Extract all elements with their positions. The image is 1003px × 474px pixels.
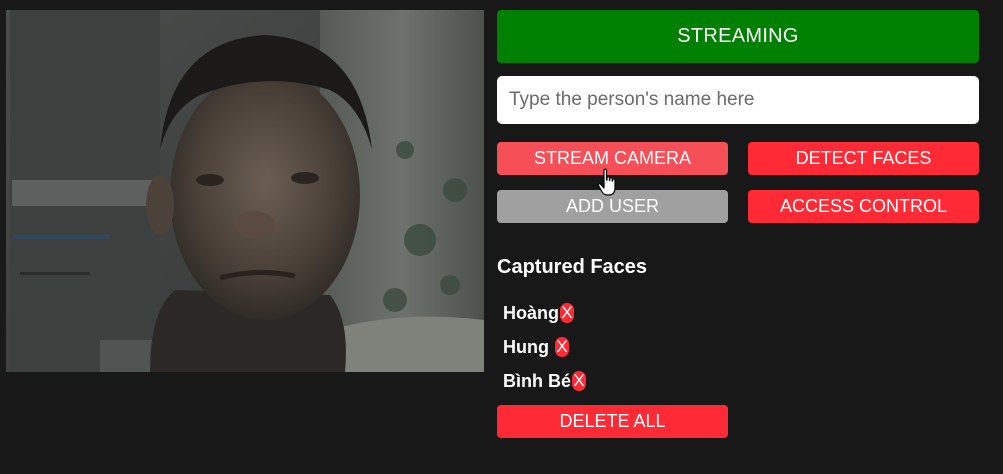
camera-feed — [0, 10, 484, 372]
remove-face-button[interactable]: X — [555, 337, 569, 357]
streaming-status-banner: STREAMING — [497, 10, 979, 63]
detect-faces-button[interactable]: DETECT FACES — [748, 142, 979, 175]
captured-face-name: Bình Bé — [503, 370, 572, 391]
captured-faces-heading: Captured Faces — [497, 256, 648, 278]
captured-face-item: Bình Bé X — [503, 364, 587, 398]
captured-face-name: Hung — [503, 336, 554, 357]
remove-face-button[interactable]: X — [560, 303, 574, 323]
camera-frame-image — [0, 10, 484, 372]
delete-all-button[interactable]: DELETE ALL — [497, 405, 728, 438]
person-name-input[interactable] — [497, 76, 979, 124]
captured-faces-list: Hoàng X Hung X Bình Bé X — [503, 296, 587, 398]
remove-face-button[interactable]: X — [572, 371, 587, 391]
stream-camera-button[interactable]: STREAM CAMERA — [497, 142, 728, 175]
add-user-button[interactable]: ADD USER — [497, 190, 728, 223]
captured-face-item: Hoàng X — [503, 296, 586, 330]
captured-face-name: Hoàng — [503, 302, 559, 323]
access-control-button[interactable]: ACCESS CONTROL — [748, 190, 979, 223]
captured-face-item: Hung X — [503, 330, 586, 364]
